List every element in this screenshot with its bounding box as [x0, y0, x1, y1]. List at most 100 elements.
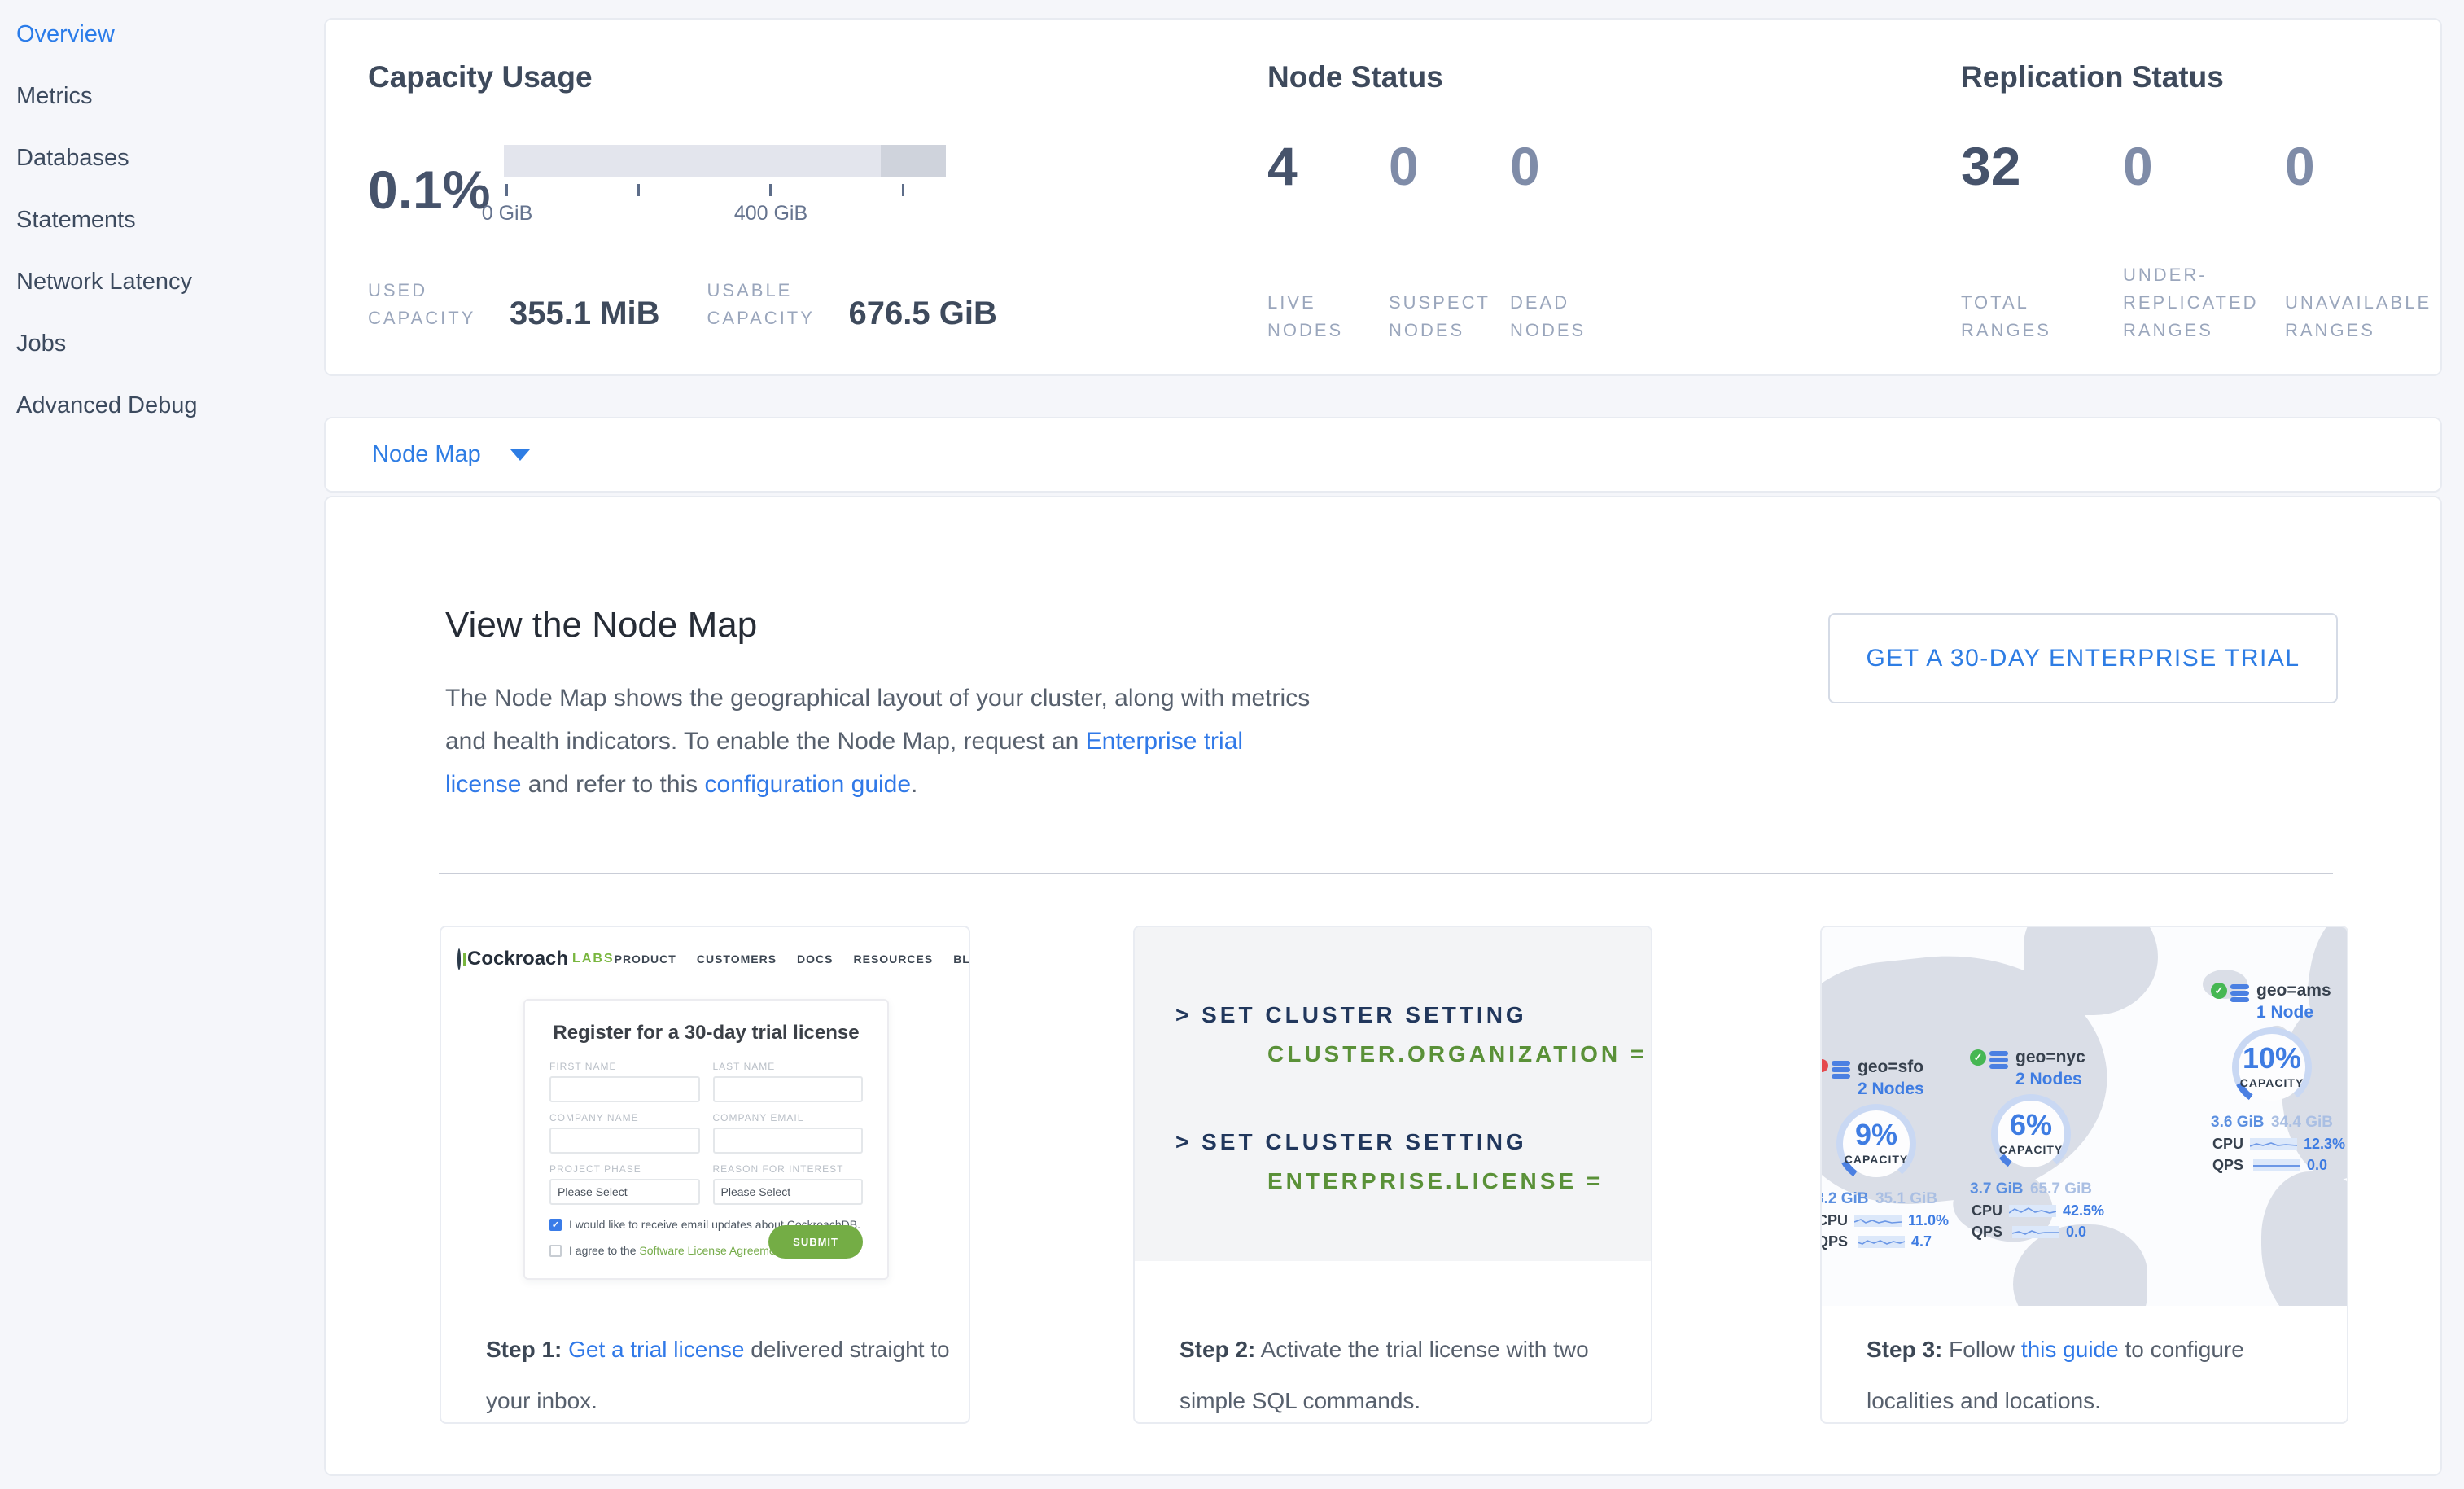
- usable-capacity-value: 676.5 GiB: [849, 296, 997, 332]
- mini-brand-name: Cockroach: [467, 948, 568, 970]
- locality-widget-nyc: geo=nyc 2 Nodes 6% CAPACITY 3.7 GiB 65.7…: [1970, 1048, 2092, 1241]
- capacity-gauge: 9% CAPACITY: [1836, 1104, 1916, 1184]
- cockroach-labs-logo-icon: [457, 948, 461, 970]
- mini-field-label: PROJECT PHASE: [549, 1163, 700, 1175]
- sidebar-item-metrics[interactable]: Metrics: [0, 65, 323, 127]
- total-ranges-stat: 32 TOTAL RANGES: [1961, 139, 2123, 344]
- cpu-value: 11.0%: [1908, 1212, 1949, 1229]
- database-stack-icon: [2230, 984, 2249, 1002]
- mini-brand-suffix: LABS: [572, 952, 615, 966]
- capacity-bar-track: [504, 145, 946, 177]
- mini-text-input: [549, 1128, 700, 1154]
- mini-field-label: REASON FOR INTEREST: [713, 1163, 864, 1175]
- total-ranges-label: TOTAL RANGES: [1961, 289, 2107, 344]
- mini-select: Please Select: [713, 1179, 864, 1205]
- dead-nodes-stat: 0 DEAD NODES: [1510, 139, 1631, 344]
- mini-field-company-email: COMPANY EMAIL: [713, 1112, 864, 1154]
- gauge-percent: 9%: [1836, 1118, 1916, 1152]
- under-replicated-ranges-stat: 0 UNDER-REPLICATED RANGES: [2123, 139, 2285, 344]
- locality-name: geo=sfo: [1858, 1058, 1924, 1077]
- cpu-sparkline: [1854, 1215, 1902, 1227]
- qps-sparkline: [2253, 1159, 2300, 1171]
- step-2-caption: Step 2: Activate the trial license with …: [1179, 1324, 1639, 1424]
- gauge-percent: 6%: [1991, 1108, 2071, 1142]
- qps-label: QPS: [2212, 1157, 2247, 1174]
- capacity-gauge: 6% CAPACITY: [1991, 1094, 2071, 1174]
- node-map-preview: geo=sfo 2 Nodes 9% CAPACITY 3.2 GiB 35.1…: [1822, 927, 2347, 1306]
- capacity-min: 3.6 GiB: [2211, 1114, 2264, 1132]
- mini-agree-text: I agree to the: [569, 1244, 639, 1257]
- mini-field-label: COMPANY EMAIL: [713, 1112, 864, 1123]
- axis-label-400gib: 400 GiB: [734, 202, 807, 226]
- mini-submit-button: SUBMIT: [768, 1225, 863, 1259]
- sidebar-item-overview[interactable]: Overview: [0, 3, 323, 65]
- get-enterprise-trial-button[interactable]: GET A 30-DAY ENTERPRISE TRIAL: [1828, 613, 2338, 703]
- mini-field-reason: REASON FOR INTEREST Please Select: [713, 1163, 864, 1205]
- sql-code-block: > SET CLUSTER SETTING CLUSTER.ORGANIZATI…: [1135, 927, 1651, 1261]
- capacity-bar-segment: [881, 145, 946, 177]
- node-map-dropdown[interactable]: Node Map: [372, 441, 481, 468]
- replication-status-section: Replication Status 32 TOTAL RANGES 0 UND…: [1961, 60, 2447, 344]
- dead-nodes-value: 0: [1510, 139, 1631, 193]
- sidebar-item-network-latency[interactable]: Network Latency: [0, 251, 323, 313]
- step-1-caption: Step 1: Get a trial license delivered st…: [486, 1324, 957, 1424]
- sidebar-item-advanced-debug[interactable]: Advanced Debug: [0, 374, 323, 436]
- mini-text-input: [549, 1076, 700, 1102]
- step-3-label: Step 3:: [1867, 1337, 1942, 1362]
- total-ranges-value: 32: [1961, 139, 2123, 193]
- mini-field-label: LAST NAME: [713, 1061, 864, 1072]
- cluster-summary-panel: Capacity Usage 0.1% 0 GiB 400 GiB USED C…: [324, 18, 2442, 376]
- mini-nav-product: PRODUCT: [615, 953, 676, 966]
- capacity-bar: 0 GiB 400 GiB: [504, 145, 946, 234]
- sidebar-item-statements[interactable]: Statements: [0, 189, 323, 251]
- axis-tick: [902, 184, 904, 196]
- node-map-onboarding-card: View the Node Map The Node Map shows the…: [324, 496, 2442, 1476]
- mini-nav-resources: RESOURCES: [854, 953, 934, 966]
- gauge-capacity-label: CAPACITY: [1822, 1153, 1932, 1166]
- this-guide-link[interactable]: this guide: [2021, 1337, 2119, 1362]
- sidebar-item-jobs[interactable]: Jobs: [0, 313, 323, 374]
- cpu-label: CPU: [2212, 1136, 2243, 1153]
- cpu-value: 12.3%: [2304, 1136, 2345, 1153]
- step-3-card: geo=sfo 2 Nodes 9% CAPACITY 3.2 GiB 35.1…: [1820, 926, 2348, 1424]
- map-land-africa: [2261, 1171, 2347, 1306]
- sql-line-3: > SET CLUSTER SETTING: [1135, 1123, 1651, 1162]
- sql-line-1: > SET CLUSTER SETTING: [1135, 996, 1651, 1035]
- cpu-label: CPU: [1822, 1212, 1848, 1229]
- step-2-card: > SET CLUSTER SETTING CLUSTER.ORGANIZATI…: [1133, 926, 1652, 1424]
- mini-select: Please Select: [549, 1179, 700, 1205]
- qps-label: QPS: [1972, 1224, 2006, 1241]
- step-3-text-pre: Follow: [1942, 1337, 2020, 1362]
- mini-site-header: Cockroach LABS PRODUCT CUSTOMERS DOCS RE…: [441, 927, 969, 974]
- intro-text-2: and refer to this: [521, 771, 704, 798]
- database-stack-icon: [1989, 1051, 2008, 1069]
- mini-nav-blog: BLOG: [953, 953, 970, 966]
- capacity-min: 3.2 GiB: [1822, 1190, 1868, 1208]
- checkbox-checked-icon: [549, 1219, 562, 1231]
- gauge-capacity-label: CAPACITY: [2216, 1076, 2328, 1089]
- section-divider: [439, 873, 2333, 874]
- sql-line-2: CLUSTER.ORGANIZATION =: [1135, 1035, 1651, 1074]
- sidebar-item-databases[interactable]: Databases: [0, 127, 323, 189]
- cpu-sparkline: [2250, 1138, 2297, 1150]
- chevron-down-icon[interactable]: [510, 449, 530, 461]
- locality-node-count: 1 Node: [2256, 1003, 2331, 1023]
- suspect-nodes-value: 0: [1389, 139, 1510, 193]
- used-capacity-label: USED CAPACITY: [368, 277, 492, 332]
- locality-name: geo=ams: [2256, 981, 2331, 1001]
- locality-widget-ams: geo=ams 1 Node 10% CAPACITY 3.6 GiB 34.4…: [2211, 981, 2333, 1174]
- capacity-max: 34.4 GiB: [2271, 1114, 2333, 1132]
- mini-license-agreement-link: Software License Agreement.: [639, 1244, 788, 1257]
- step-2-label: Step 2:: [1179, 1337, 1255, 1362]
- dead-nodes-label: DEAD NODES: [1510, 289, 1620, 344]
- axis-tick: [769, 184, 772, 196]
- capacity-usage-section: Capacity Usage 0.1% 0 GiB 400 GiB USED C…: [368, 60, 997, 332]
- get-trial-license-link[interactable]: Get a trial license: [568, 1337, 744, 1362]
- capacity-max: 35.1 GiB: [1875, 1190, 1937, 1208]
- step-1-label: Step 1:: [486, 1337, 562, 1362]
- configuration-guide-link[interactable]: configuration guide: [705, 771, 912, 798]
- axis-tick: [505, 184, 508, 196]
- live-nodes-label: LIVE NODES: [1267, 289, 1377, 344]
- mini-field-label: COMPANY NAME: [549, 1112, 700, 1123]
- axis-label-0gib: 0 GiB: [482, 202, 533, 226]
